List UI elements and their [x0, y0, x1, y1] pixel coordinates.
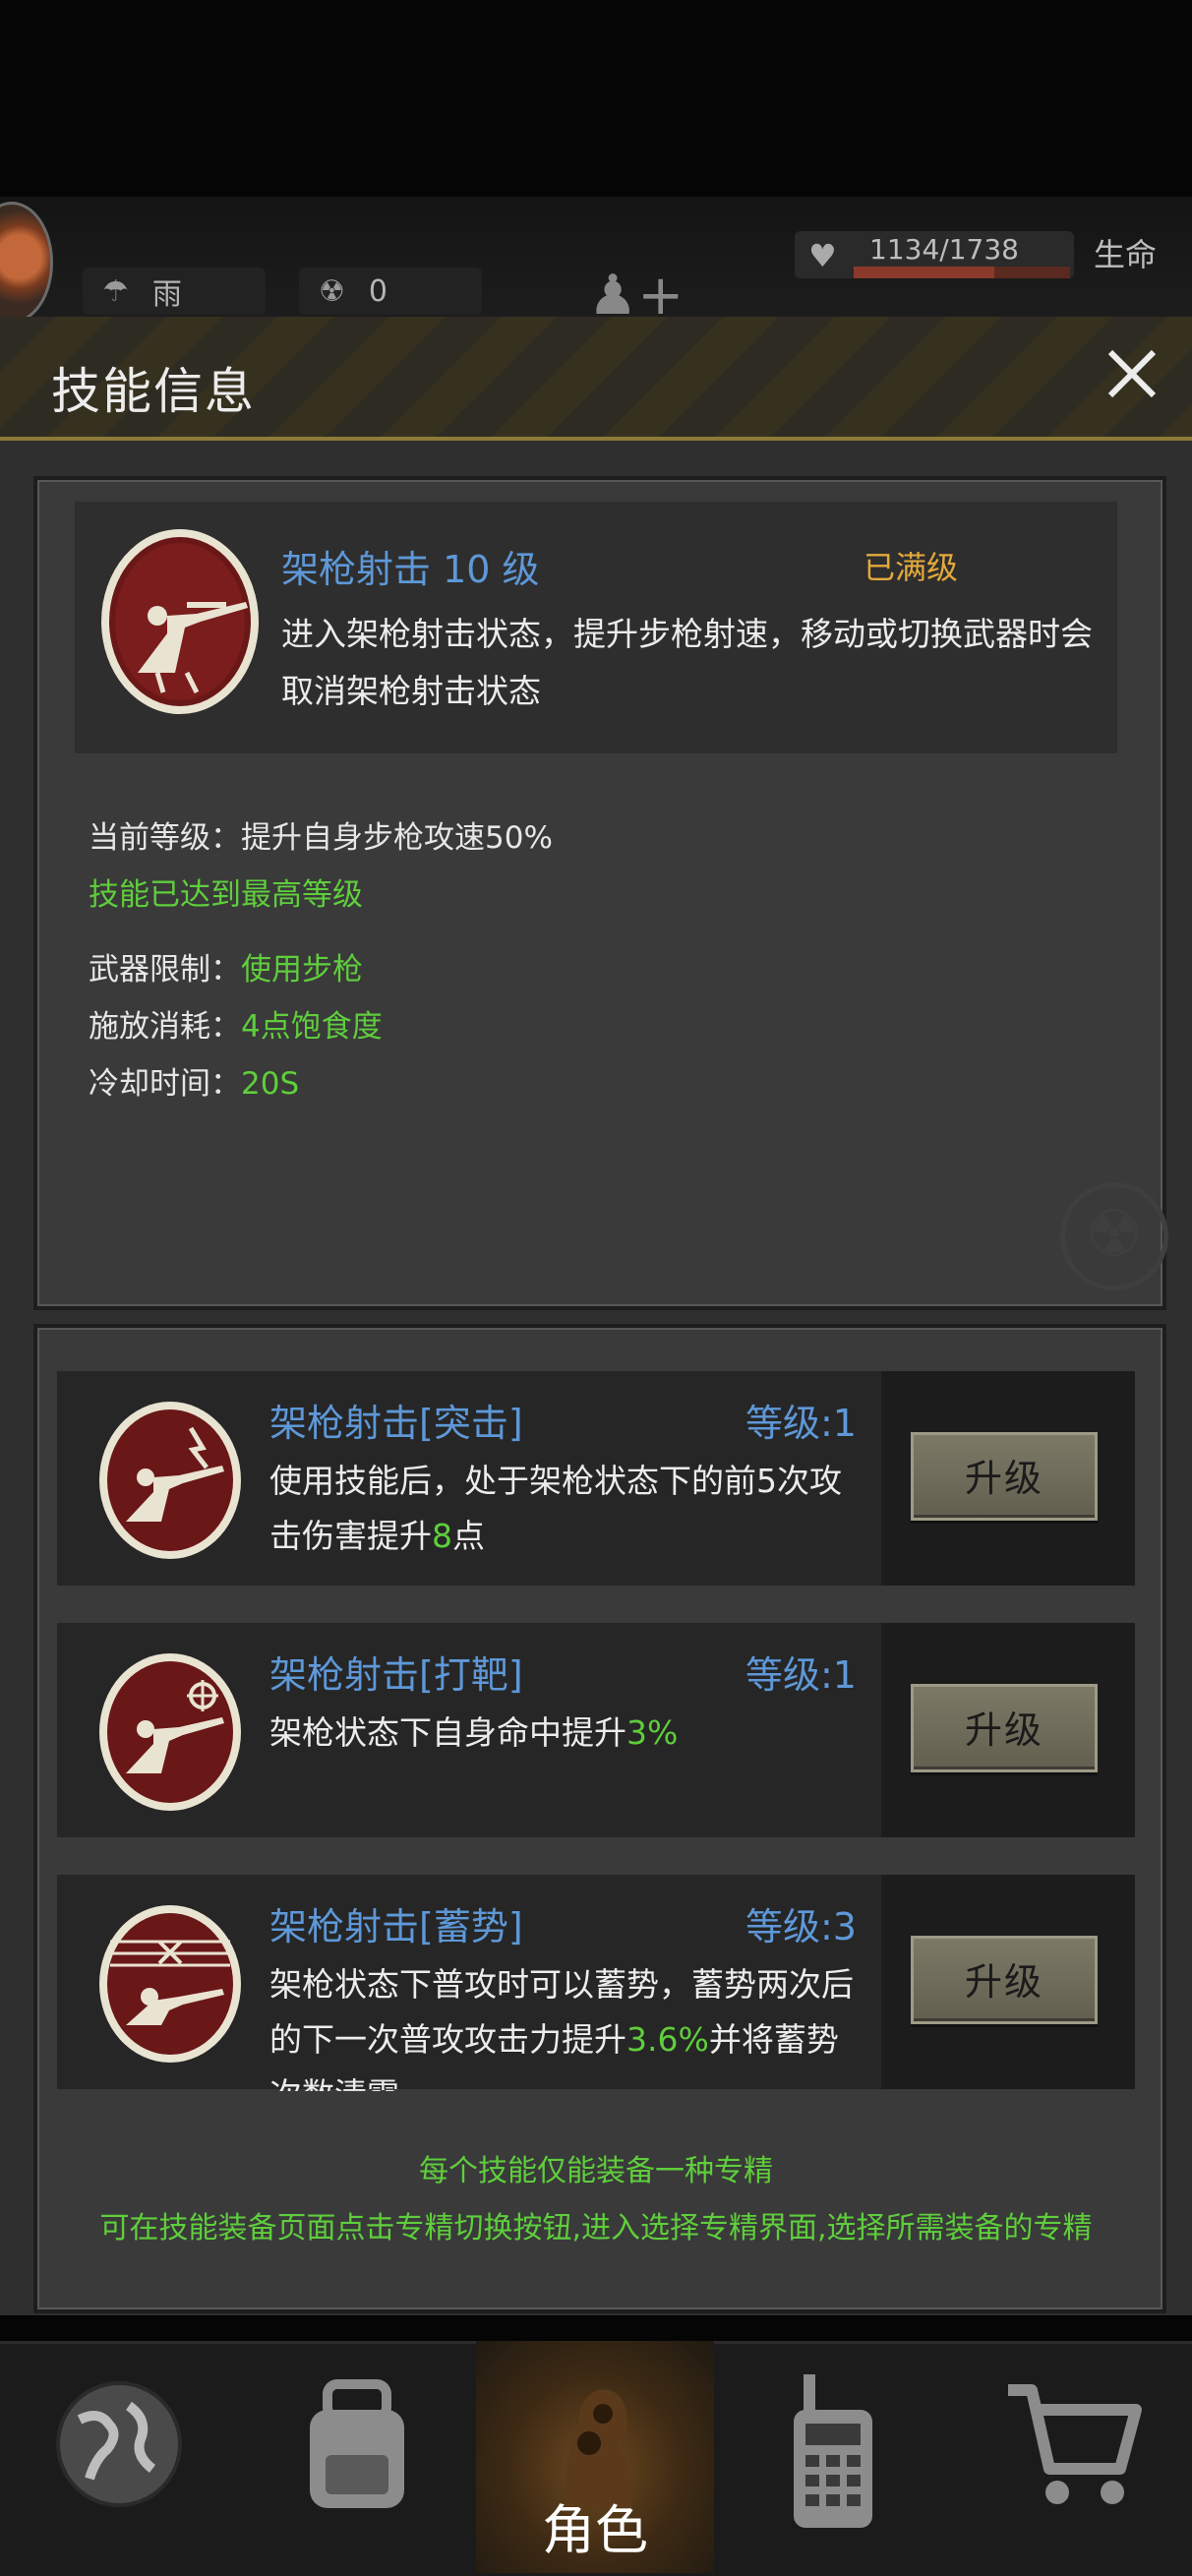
rain-cloud-icon: ☂ [102, 273, 129, 309]
nav-inventory[interactable] [238, 2341, 476, 2573]
weapon-restriction-line: 武器限制：使用步枪 [89, 952, 363, 988]
radio-icon [794, 2374, 872, 2528]
spec-note-line2: 可在技能装备页面点击专精切换按钮,进入选择专精界面,选择所需装备的专精 [99, 2211, 1093, 2246]
radiation-watermark-icon: ☢ [1060, 1182, 1168, 1290]
target-spec-icon [99, 1653, 241, 1811]
skill-description: 进入架枪射击状态，提升步枪射速，移动或切换武器时会取消架枪射击状态 [281, 615, 1093, 710]
cooldown-line: 冷却时间：20S [89, 1066, 300, 1102]
spec-name: 架枪射击[蓄势] [269, 1905, 523, 1948]
specialization-card: 架枪射击[蓄势] 等级:3 架枪状态下普攻时可以蓄势，蓄势两次后的下一次普攻攻击… [57, 1875, 1135, 2091]
charge-spec-icon [99, 1905, 241, 2063]
max-level-badge: 已满级 [864, 549, 959, 586]
upgrade-button[interactable]: 升级 [911, 1432, 1098, 1521]
assault-spec-icon [99, 1402, 241, 1559]
spec-name: 架枪射击[突击] [269, 1402, 523, 1445]
hp-fill [854, 267, 1070, 278]
hp-label: 生命 [1094, 236, 1158, 273]
cast-cost-line: 施放消耗：4点饱食度 [89, 1009, 383, 1045]
nav-shop[interactable] [952, 2341, 1192, 2573]
spec-level: 等级:1 [745, 1402, 857, 1445]
spec-level: 等级:3 [745, 1905, 857, 1948]
upgrade-button[interactable]: 升级 [911, 1684, 1098, 1772]
upgrade-button[interactable]: 升级 [911, 1936, 1098, 2024]
spec-description: 架枪状态下普攻时可以蓄势，蓄势两次后的下一次普攻攻击力提升3.6%并将蓄势次数清… [269, 1965, 854, 2091]
globe-icon [56, 2381, 182, 2507]
nav-radio[interactable] [714, 2341, 952, 2573]
weather-indicator: ☂ 雨 [83, 268, 266, 315]
radiation-icon: ☢ [319, 273, 345, 309]
current-level-line: 当前等级：提升自身步枪攻速50% [89, 820, 553, 856]
dialog-title: 技能信息 [51, 363, 256, 420]
radiation-indicator: ☢ 0 [299, 268, 482, 315]
skill-name: 架枪射击 10 级 [281, 548, 540, 591]
nav-world[interactable] [0, 2341, 238, 2573]
spec-description: 架枪状态下自身命中提升3% [269, 1713, 679, 1752]
sniper-skill-icon [101, 529, 259, 714]
spec-level: 等级:1 [745, 1653, 857, 1697]
max-level-note: 技能已达到最高等级 [89, 877, 363, 913]
cart-icon [1008, 2384, 1142, 2504]
backpack-icon [310, 2379, 404, 2508]
close-button[interactable] [1100, 344, 1164, 409]
hp-bar: ♥ 1134/1738 [795, 231, 1074, 278]
heart-icon: ♥ [808, 237, 837, 274]
specialization-card: 架枪射击[打靶] 等级:1 架枪状态下自身命中提升3% 升级 [57, 1623, 1135, 1837]
specialization-card: 架枪射击[突击] 等级:1 使用技能后，处于架枪状态下的前5次攻击伤害提升8点 … [57, 1371, 1135, 1586]
spec-note-line1: 每个技能仅能装备一种专精 [419, 2154, 773, 2188]
close-icon [1107, 349, 1157, 398]
spec-description: 使用技能后，处于架枪状态下的前5次攻击伤害提升8点 [269, 1462, 842, 1555]
spec-name: 架枪射击[打靶] [269, 1653, 523, 1697]
nav-character-label: 角色 [542, 2499, 648, 2561]
specialization-list[interactable]: 架枪射击[突击] 等级:1 使用技能后，处于架枪状态下的前5次攻击伤害提升8点 … [57, 1365, 1135, 2091]
